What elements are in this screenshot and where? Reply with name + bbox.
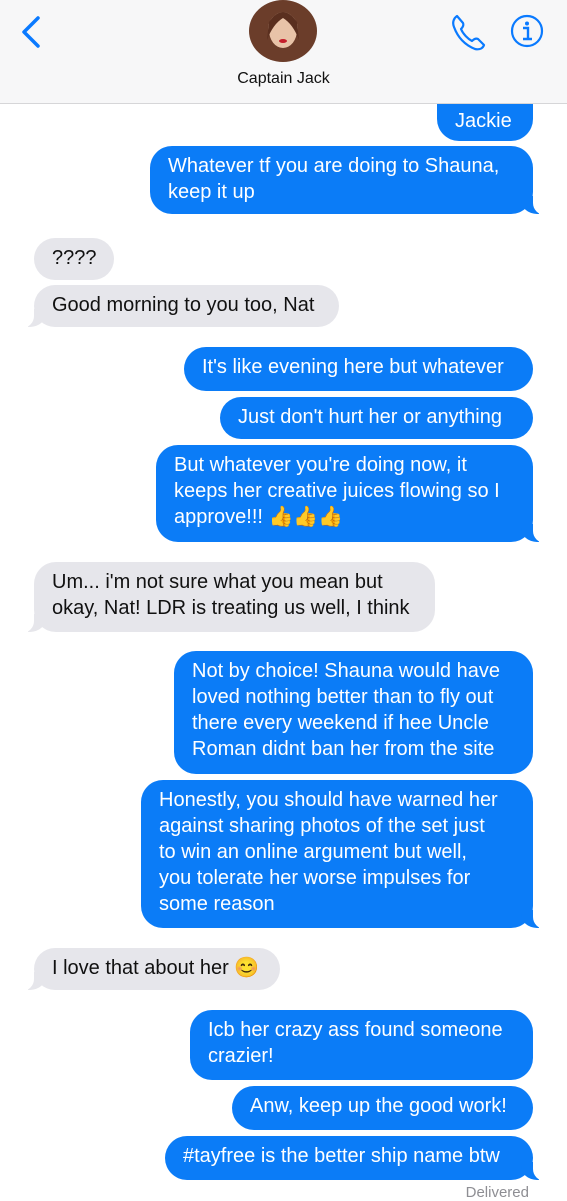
contact-name[interactable]: Captain Jack [0, 70, 567, 88]
avatar[interactable] [249, 0, 317, 62]
call-button[interactable] [449, 12, 487, 52]
message-bubble-sent[interactable]: Icb her crazy ass found someone crazier! [190, 1010, 533, 1080]
message-bubble-sent[interactable]: Whatever tf you are doing to Shauna, kee… [150, 146, 545, 215]
avatar-image [267, 12, 299, 48]
back-button[interactable] [18, 14, 50, 50]
message-bubble-received[interactable]: ???? [34, 238, 114, 280]
message-bubble-received[interactable]: Um... i'm not sure what you mean but oka… [22, 562, 435, 633]
message-bubble-sent[interactable]: But whatever you're doing now, it keeps … [156, 445, 545, 543]
chevron-left-icon [22, 16, 40, 48]
message-bubble-sent[interactable]: Not by choice! Shauna would have loved n… [174, 651, 533, 774]
message-bubble-sent[interactable]: Honestly, you should have warned her aga… [141, 780, 545, 929]
info-icon [510, 14, 544, 48]
message-bubble-received[interactable]: Good morning to you too, Nat [22, 285, 339, 328]
message-bubble-sent[interactable]: It's like evening here but whatever [184, 347, 533, 391]
message-bubble-sent[interactable]: #tayfree is the better ship name btw [165, 1136, 545, 1181]
phone-icon [452, 14, 486, 51]
message-bubble-sent[interactable]: Jackie [437, 103, 533, 141]
info-button[interactable] [509, 13, 545, 49]
message-thread: Jackie Whatever tf you are doing to Shau… [0, 0, 567, 1201]
conversation-header: Captain Jack [0, 0, 567, 104]
message-bubble-sent[interactable]: Anw, keep up the good work! [232, 1086, 533, 1130]
message-bubble-sent[interactable]: Just don't hurt her or anything [220, 397, 533, 439]
message-bubble-received[interactable]: I love that about her 😊 [22, 948, 280, 991]
delivered-status: Delivered [465, 1184, 529, 1201]
